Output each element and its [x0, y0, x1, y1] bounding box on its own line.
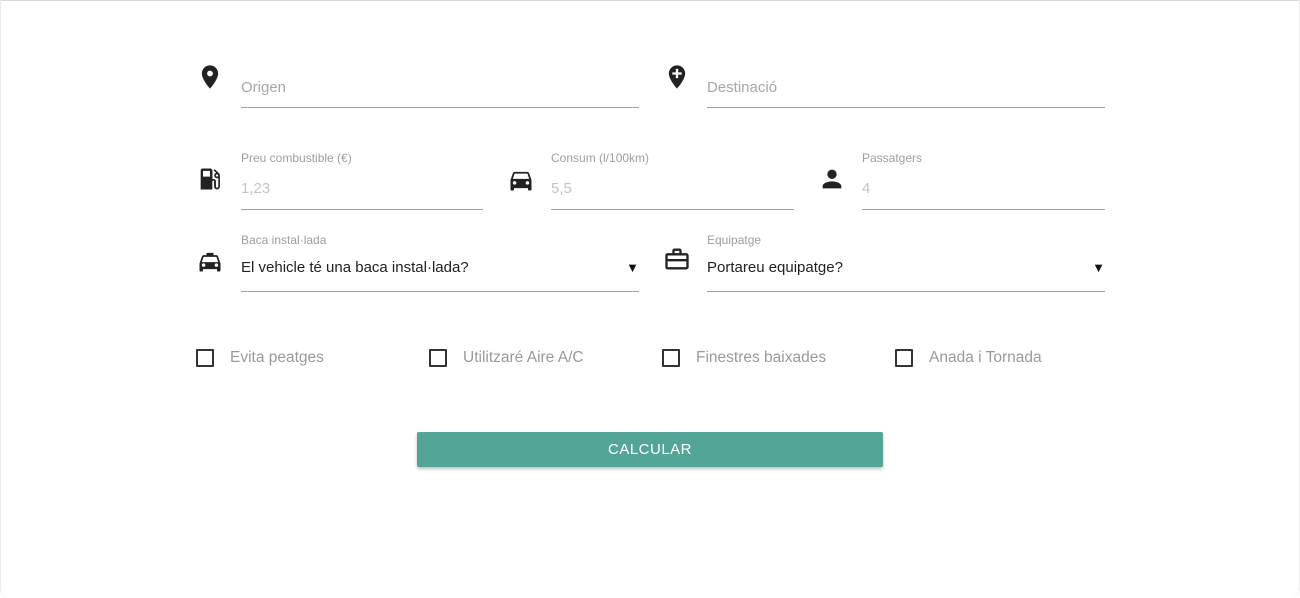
destination-input[interactable] — [707, 76, 1105, 98]
car-icon — [507, 166, 535, 194]
checkbox[interactable] — [196, 349, 214, 367]
luggage-selected-value: Portareu equipatge? — [707, 259, 843, 276]
option-label: Utilitzaré Aire A/C — [463, 349, 584, 366]
checkbox[interactable] — [895, 349, 913, 367]
roof-rack-selected-value: El vehicle té una baca instal·lada? — [241, 259, 469, 276]
origin-input[interactable] — [241, 76, 639, 98]
consumption-field[interactable] — [551, 177, 794, 210]
luggage-label: Equipatge — [707, 233, 762, 247]
roof-rack-select[interactable]: El vehicle té una baca instal·lada? ▼ — [241, 259, 639, 292]
roof-rack-label: Baca instal·lada — [241, 233, 327, 247]
window-frame — [0, 0, 1300, 598]
option-air-conditioning[interactable]: Utilitzaré Aire A/C — [429, 349, 584, 367]
option-round-trip[interactable]: Anada i Tornada — [895, 349, 1042, 367]
luggage-select[interactable]: Portareu equipatge? ▼ — [707, 259, 1105, 292]
consumption-input[interactable] — [551, 177, 794, 199]
add-location-icon — [663, 63, 691, 91]
checkbox[interactable] — [662, 349, 680, 367]
option-avoid-tolls[interactable]: Evita peatges — [196, 349, 324, 367]
fuel-price-input[interactable] — [241, 177, 483, 199]
option-label: Finestres baixades — [696, 349, 827, 366]
passengers-label: Passatgers — [862, 151, 923, 165]
passengers-field[interactable] — [862, 177, 1105, 210]
option-label: Anada i Tornada — [929, 349, 1042, 366]
option-label: Evita peatges — [230, 349, 324, 366]
option-windows-down[interactable]: Finestres baixades — [662, 349, 826, 367]
passengers-input[interactable] — [862, 177, 1105, 199]
fuel-price-field[interactable] — [241, 177, 483, 210]
fuel-price-label: Preu combustible (€) — [241, 151, 352, 165]
briefcase-icon — [663, 245, 691, 273]
calculate-button[interactable]: CALCULAR — [417, 432, 883, 467]
location-pin-icon — [196, 63, 224, 91]
top-border — [0, 0, 1300, 1]
taxi-icon — [196, 247, 224, 275]
dropdown-arrow-icon[interactable]: ▼ — [1092, 260, 1105, 275]
consumption-label: Consum (l/100km) — [551, 151, 650, 165]
person-icon — [818, 165, 846, 193]
checkbox[interactable] — [429, 349, 447, 367]
destination-field[interactable] — [707, 75, 1105, 108]
dropdown-arrow-icon[interactable]: ▼ — [626, 260, 639, 275]
origin-field[interactable] — [241, 75, 639, 108]
gas-station-icon — [196, 165, 224, 193]
